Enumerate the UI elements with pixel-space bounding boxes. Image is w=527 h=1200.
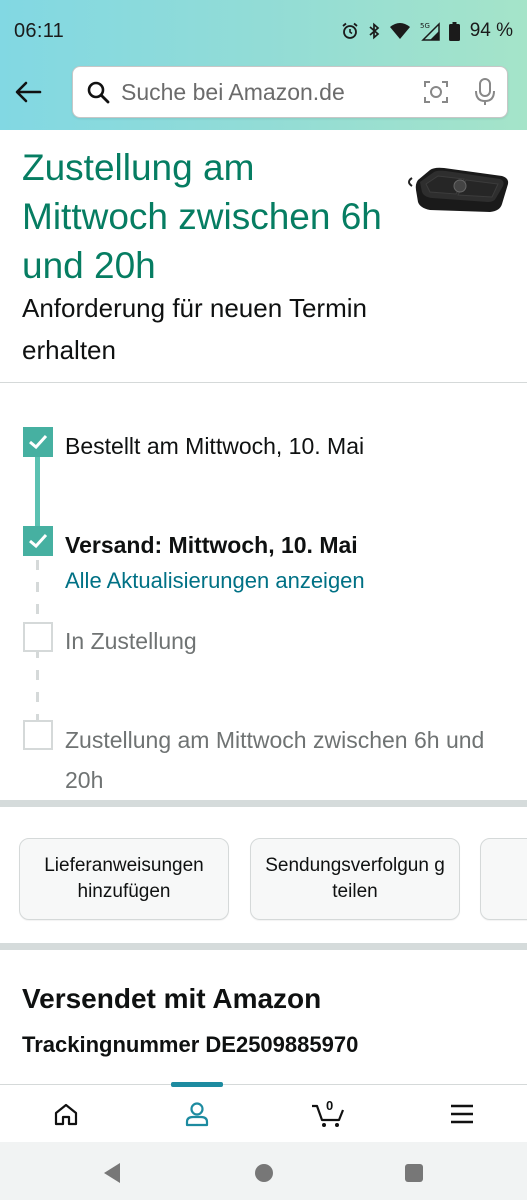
- checkmark-icon: [29, 533, 48, 549]
- shipping-carrier-title: Versendet mit Amazon: [22, 983, 322, 1014]
- system-home-button[interactable]: [249, 1158, 279, 1188]
- step-checkbox-shipped: [23, 526, 53, 556]
- system-recents-button[interactable]: [399, 1158, 429, 1188]
- nav-home[interactable]: [0, 1085, 131, 1143]
- section-divider-thick: [0, 943, 527, 950]
- cart-count: 0: [326, 1098, 334, 1113]
- back-button[interactable]: [12, 76, 44, 108]
- add-delivery-instructions-label: Lieferanweisungen hinzufügen: [44, 855, 204, 902]
- section-divider-thick: [0, 800, 527, 807]
- delivery-subtitle: Anforderung für neuen Termin erhalten: [22, 293, 367, 365]
- network-type: 5G: [420, 22, 430, 30]
- tracking-number: Trackingnummer DE2509885970: [22, 1032, 359, 1057]
- nav-account[interactable]: [131, 1085, 262, 1143]
- nav-cart[interactable]: 0: [263, 1085, 394, 1143]
- timeline-step-ordered: Bestellt am Mittwoch, 10. Mai: [65, 433, 365, 459]
- system-back-button[interactable]: [97, 1158, 127, 1188]
- checkmark-icon: [29, 434, 48, 450]
- microphone-icon[interactable]: [475, 78, 495, 106]
- add-delivery-instructions-button[interactable]: Lieferanweisungen hinzufügen: [19, 838, 229, 920]
- arrow-left-icon: [15, 81, 42, 103]
- wifi-icon: [389, 23, 410, 39]
- share-tracking-button[interactable]: Sendungsverfolgun g teilen: [250, 838, 460, 920]
- delivery-title: Zustellung am Mittwoch zwischen 6h und 2…: [22, 147, 382, 286]
- step-checkbox-in-delivery: [23, 622, 53, 652]
- home-icon: [54, 1103, 77, 1126]
- step-checkbox-delivered: [23, 720, 53, 750]
- more-actions-button[interactable]: [480, 838, 527, 920]
- bottom-navigation: 0: [0, 1084, 527, 1142]
- search-icon: [87, 81, 110, 104]
- circle-home-icon: [255, 1164, 273, 1182]
- square-recents-icon: [405, 1164, 423, 1182]
- share-tracking-label: Sendungsverfolgun g teilen: [265, 855, 445, 902]
- search-input[interactable]: Suche bei Amazon.de: [72, 66, 508, 118]
- section-divider: [0, 382, 527, 383]
- timeline-step-shipped: Versand: Mittwoch, 10. Mai: [65, 532, 358, 558]
- battery-icon: [448, 21, 460, 41]
- battery-percentage: 94 %: [469, 20, 513, 41]
- signal-icon: 5G: [420, 22, 440, 41]
- product-image[interactable]: [404, 150, 514, 220]
- triangle-back-icon: [104, 1163, 120, 1183]
- menu-icon: [450, 1104, 473, 1124]
- system-navigation-bar: [0, 1142, 527, 1200]
- bluetooth-icon: [369, 22, 379, 40]
- step-checkbox-ordered: [23, 427, 53, 457]
- nav-menu[interactable]: [396, 1085, 527, 1143]
- view-all-updates-link[interactable]: Alle Aktualisierungen anzeigen: [65, 568, 365, 594]
- account-icon: [185, 1102, 208, 1127]
- timeline-step-delivery-window: Zustellung am Mittwoch zwischen 6h und 2…: [65, 727, 485, 793]
- status-icons: 5G 94 %: [341, 20, 513, 42]
- search-placeholder: Suche bei Amazon.de: [121, 78, 345, 105]
- timeline-step-in-delivery: In Zustellung: [65, 628, 197, 654]
- camera-scan-icon[interactable]: [423, 79, 449, 105]
- status-bar: 06:11 5G 94 %: [0, 0, 527, 62]
- active-tab-indicator: [171, 1082, 223, 1087]
- alarm-icon: [342, 22, 358, 39]
- status-time: 06:11: [14, 19, 65, 42]
